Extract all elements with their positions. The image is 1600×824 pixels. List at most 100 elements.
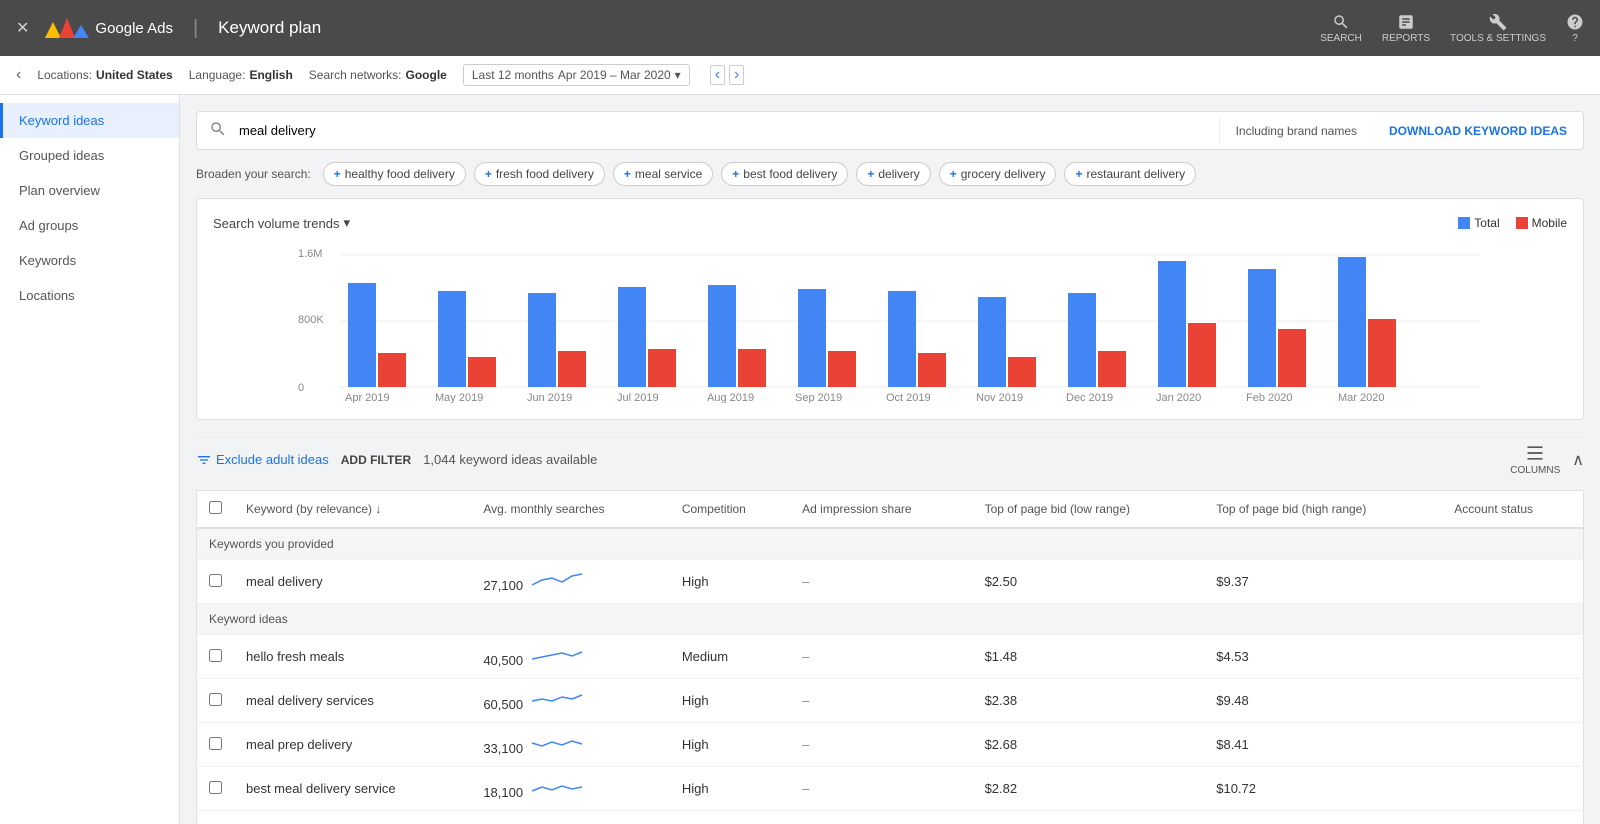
add-filter-button[interactable]: ADD FILTER xyxy=(341,453,411,467)
help-nav-label: ? xyxy=(1572,33,1578,44)
prev-arrow[interactable]: ‹ xyxy=(710,65,725,85)
download-keyword-ideas-button[interactable]: DOWNLOAD KEYWORD IDEAS xyxy=(1373,116,1583,146)
sidebar-item-plan-overview[interactable]: Plan overview xyxy=(0,173,179,208)
col-header-account-status: Account status xyxy=(1442,491,1583,529)
close-button[interactable]: ✕ xyxy=(16,18,29,38)
sidebar-item-keywords[interactable]: Keywords xyxy=(0,243,179,278)
keyword-count: 1,044 keyword ideas available xyxy=(423,452,597,467)
sidebar-item-ad-groups[interactable]: Ad groups xyxy=(0,208,179,243)
nav-divider: | xyxy=(193,17,198,40)
columns-button[interactable]: COLUMNS xyxy=(1510,443,1560,476)
competition-cell: Medium xyxy=(670,635,790,679)
sidebar-item-keyword-ideas[interactable]: Keyword ideas xyxy=(0,103,179,138)
section-label-provided: Keywords you provided xyxy=(197,528,1584,560)
broaden-chip-4[interactable]: + delivery xyxy=(856,162,930,186)
search-nav-icon[interactable]: SEARCH xyxy=(1320,13,1362,44)
help-nav-icon[interactable]: ? xyxy=(1566,13,1584,44)
sidebar-item-locations[interactable]: Locations xyxy=(0,278,179,313)
language-info: Language: English xyxy=(189,68,293,82)
section-label-ideas: Keyword ideas xyxy=(197,604,1584,635)
col-header-bid-high: Top of page bid (high range) xyxy=(1204,491,1442,529)
chart-title-text: Search volume trends xyxy=(213,216,339,231)
date-range-label: Last 12 months xyxy=(472,68,554,82)
broaden-chip-label-3: best food delivery xyxy=(743,167,837,181)
svg-text:Jul 2019: Jul 2019 xyxy=(617,392,659,403)
date-range-value: Apr 2019 – Mar 2020 xyxy=(558,68,671,82)
search-nav-label: SEARCH xyxy=(1320,33,1362,44)
tools-nav-icon[interactable]: TOOLS & SETTINGS xyxy=(1450,13,1546,44)
svg-text:Apr 2019: Apr 2019 xyxy=(345,392,390,403)
sidebar-item-locations-label: Locations xyxy=(19,288,75,303)
col-header-avg-searches: Avg. monthly searches xyxy=(471,491,670,529)
broaden-chip-2[interactable]: + meal service xyxy=(613,162,713,186)
select-all-checkbox[interactable] xyxy=(209,501,222,514)
chip-plus-icon: + xyxy=(732,167,739,181)
svg-text:Sep 2019: Sep 2019 xyxy=(795,392,842,403)
bid-low-cell: $2.50 xyxy=(973,560,1205,604)
reports-nav-icon[interactable]: REPORTS xyxy=(1382,13,1430,44)
legend-mobile-label: Mobile xyxy=(1532,216,1567,230)
row-checkbox-ideas-2[interactable] xyxy=(209,737,222,750)
row-checkbox-ideas-0[interactable] xyxy=(209,649,222,662)
sidebar-item-ad-groups-label: Ad groups xyxy=(19,218,78,233)
chart-section: Search volume trends ▾ Total Mobile xyxy=(196,198,1584,420)
chip-plus-icon: + xyxy=(624,167,631,181)
chart-title[interactable]: Search volume trends ▾ xyxy=(213,215,350,231)
row-checkbox-ideas-1[interactable] xyxy=(209,693,222,706)
next-arrow[interactable]: › xyxy=(729,65,744,85)
broaden-label: Broaden your search: xyxy=(196,167,311,181)
keyword-cell: meal delivery xyxy=(234,560,471,604)
date-range-select[interactable]: Last 12 months Apr 2019 – Mar 2020 ▾ xyxy=(463,64,690,86)
broaden-chip-5[interactable]: + grocery delivery xyxy=(939,162,1057,186)
table-row: meal delivery services 60,500 High – $2.… xyxy=(197,679,1584,723)
sidebar: Keyword ideas Grouped ideas Plan overvie… xyxy=(0,95,180,824)
broaden-chip-label-2: meal service xyxy=(635,167,702,181)
col-header-keyword[interactable]: Keyword (by relevance) ↓ xyxy=(234,491,471,529)
google-ads-text: Google Ads xyxy=(95,20,173,37)
sidebar-item-grouped-ideas[interactable]: Grouped ideas xyxy=(0,138,179,173)
main-content: Including brand names DOWNLOAD KEYWORD I… xyxy=(180,95,1600,824)
network-info: Search networks: Google xyxy=(309,68,447,82)
reports-nav-label: REPORTS xyxy=(1382,33,1430,44)
legend-total-color xyxy=(1458,217,1470,229)
location-info: Locations: United States xyxy=(37,68,172,82)
chip-plus-icon: + xyxy=(485,167,492,181)
svg-text:Aug 2019: Aug 2019 xyxy=(707,392,754,403)
broaden-chip-label-6: restaurant delivery xyxy=(1086,167,1185,181)
broaden-chip-0[interactable]: + healthy food delivery xyxy=(323,162,466,186)
chip-plus-icon: + xyxy=(950,167,957,181)
broaden-chip-3[interactable]: + best food delivery xyxy=(721,162,848,186)
keyword-cell: meal delivery services xyxy=(234,679,471,723)
broaden-chip-label-0: healthy food delivery xyxy=(345,167,455,181)
filter-label: Exclude adult ideas xyxy=(216,452,329,467)
avg-searches-cell: 27,100 xyxy=(471,560,670,604)
svg-text:1.6M: 1.6M xyxy=(298,248,322,260)
competition-cell: High xyxy=(670,560,790,604)
row-checkbox-0[interactable] xyxy=(209,574,222,587)
brand-names-tag: Including brand names xyxy=(1219,118,1373,144)
legend-mobile: Mobile xyxy=(1516,216,1567,230)
chart-legend: Total Mobile xyxy=(1458,216,1567,230)
account-status-cell xyxy=(1442,560,1583,604)
filter-row: Exclude adult ideas ADD FILTER 1,044 key… xyxy=(196,432,1584,486)
back-arrow[interactable]: ‹ xyxy=(16,66,21,84)
broaden-chip-label-5: grocery delivery xyxy=(961,167,1046,181)
broaden-chip-6[interactable]: + restaurant delivery xyxy=(1064,162,1196,186)
second-bar: ‹ Locations: United States Language: Eng… xyxy=(0,56,1600,95)
logo-icon xyxy=(45,18,89,38)
broaden-chip-label-4: delivery xyxy=(878,167,919,181)
broaden-chip-1[interactable]: + fresh food delivery xyxy=(474,162,605,186)
chart-header: Search volume trends ▾ Total Mobile xyxy=(213,215,1567,231)
row-checkbox-ideas-3[interactable] xyxy=(209,781,222,794)
chip-plus-icon: + xyxy=(1075,167,1082,181)
bar-chart: 1.6M 800K 0 xyxy=(213,243,1567,403)
keyword-cell: hello fresh meals xyxy=(234,635,471,679)
google-ads-logo: Google Ads xyxy=(45,18,173,38)
collapse-button[interactable]: ∧ xyxy=(1572,450,1584,470)
col-header-bid-low: Top of page bid (low range) xyxy=(973,491,1205,529)
keyword-search-input[interactable] xyxy=(239,115,1219,146)
svg-text:Mar 2020: Mar 2020 xyxy=(1338,392,1384,403)
exclude-adult-filter[interactable]: Exclude adult ideas xyxy=(196,452,329,468)
search-icon xyxy=(197,112,239,149)
table-row: hello fresh meals 40,500 Medium – $1.48 … xyxy=(197,635,1584,679)
